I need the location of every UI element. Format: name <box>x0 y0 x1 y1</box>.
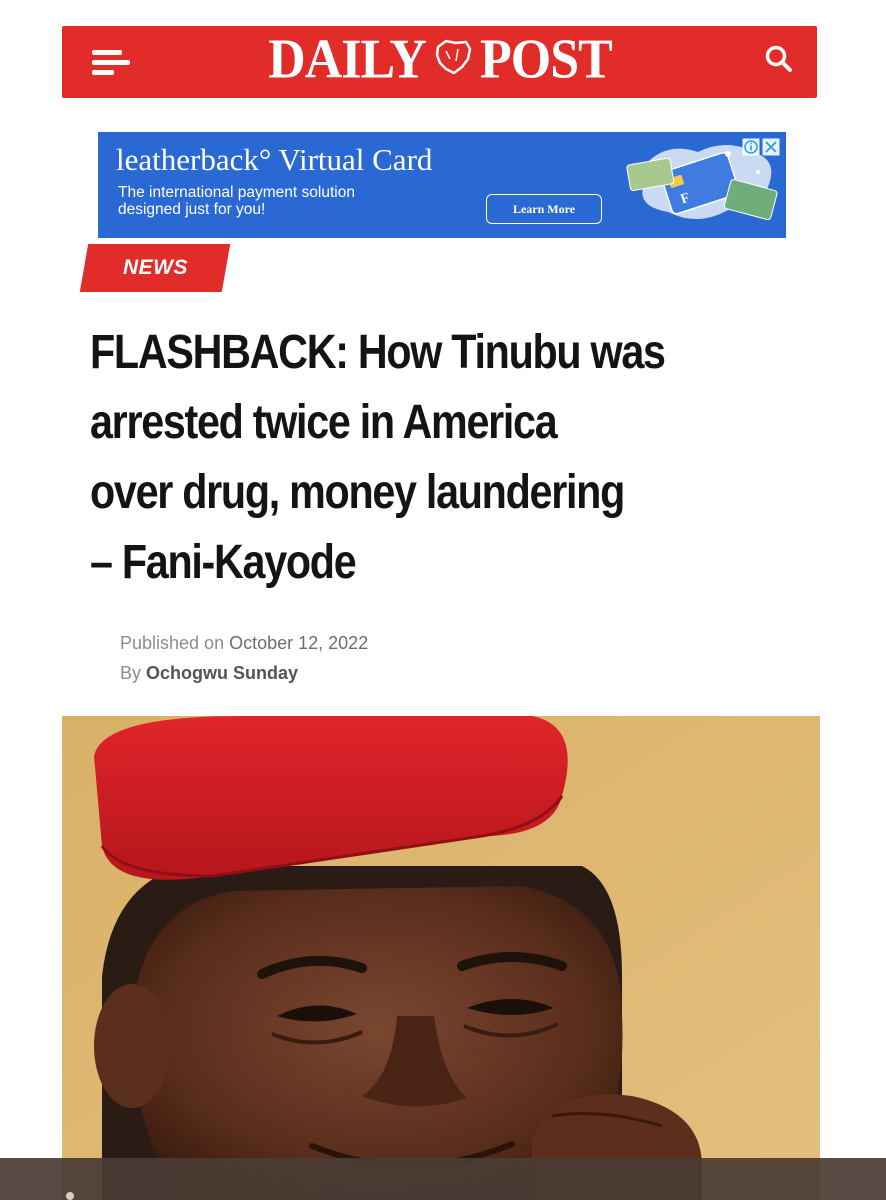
category-tag[interactable]: NEWS <box>79 244 231 292</box>
bottom-overlay-bar <box>0 1158 886 1200</box>
headline-line: – Fani-Kayode <box>90 536 357 589</box>
menu-icon-bar <box>92 70 114 75</box>
ad-subtitle-line: designed just for you! <box>118 201 266 218</box>
article-featured-image <box>62 716 820 1200</box>
menu-icon-bar <box>92 50 122 55</box>
published-date: October 12, 2022 <box>229 633 369 653</box>
logo-word-post: POST <box>479 28 613 90</box>
headline-line: FLASHBACK: How Tinubu was <box>90 326 666 379</box>
logo-word-daily: DAILY <box>268 28 427 90</box>
adchoices-info-icon[interactable] <box>742 138 760 156</box>
ad-subtitle-line: The international payment solution <box>118 184 355 201</box>
published-line: Published on October 12, 2022 <box>120 628 368 658</box>
hamburger-menu-icon[interactable] <box>92 46 130 80</box>
indicator-dot <box>66 1192 74 1200</box>
site-header: DAILY POST <box>62 26 817 98</box>
headline-line: arrested twice in America <box>90 396 558 449</box>
ad-learn-more-button[interactable]: Learn More <box>486 194 602 224</box>
nigeria-map-icon <box>435 39 472 75</box>
published-label: Published on <box>120 633 225 653</box>
by-label: By <box>120 663 142 683</box>
search-icon[interactable] <box>762 42 796 76</box>
menu-icon-bar <box>92 60 130 65</box>
headline-line: over drug, money laundering <box>90 466 625 519</box>
byline: By Ochogwu Sunday <box>120 658 368 688</box>
advertisement-banner[interactable]: leatherback° Virtual Card The internatio… <box>98 132 786 238</box>
article-meta: Published on October 12, 2022 By Ochogwu… <box>120 628 368 688</box>
article-headline: FLASHBACK: How Tinubu was arrested twice… <box>90 318 726 598</box>
ad-title: leatherback° Virtual Card <box>116 142 433 177</box>
author-link[interactable]: Ochogwu Sunday <box>146 663 298 683</box>
site-logo[interactable]: DAILY POST <box>230 28 650 90</box>
ad-close-icon[interactable] <box>762 138 780 156</box>
ad-subtitle: The international payment solution desig… <box>118 184 478 218</box>
category-tag-label: NEWS <box>122 256 188 279</box>
portrait-illustration <box>62 716 820 1200</box>
